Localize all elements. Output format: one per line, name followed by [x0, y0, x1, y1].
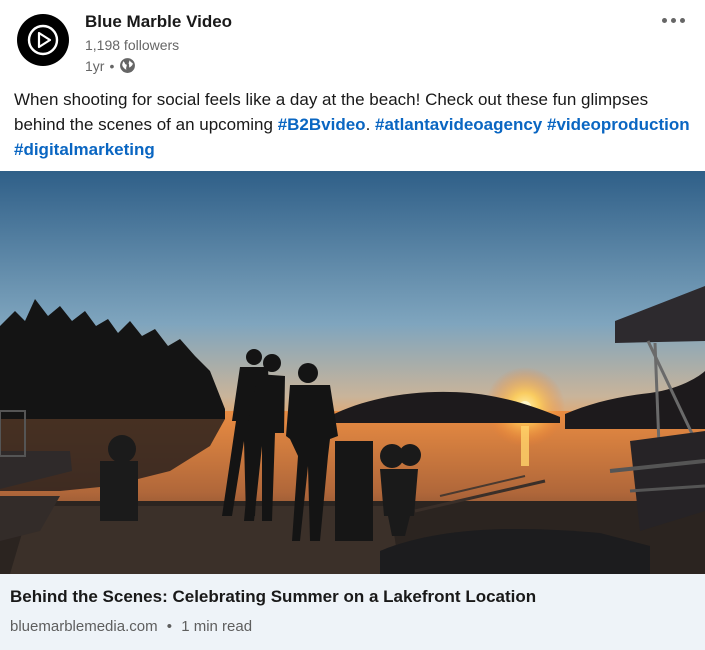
post-age: 1yr [85, 57, 105, 74]
article-read-time: 1 min read [181, 618, 253, 635]
hashtag-link[interactable]: #digitalmarketing [14, 140, 155, 159]
more-options-icon [661, 17, 667, 23]
article-link-card[interactable]: Behind the Scenes: Celebrating Summer on… [0, 574, 705, 650]
post-text: . [365, 115, 376, 134]
article-title[interactable]: Behind the Scenes: Celebrating Summer on… [10, 587, 536, 607]
hashtag-link[interactable]: #B2Bvideo [278, 115, 366, 134]
follower-count: 1,198 followers [85, 37, 180, 53]
article-meta: bluemarblemedia.com • 1 min read [10, 618, 252, 635]
more-options-dot [670, 17, 676, 23]
globe-icon [120, 58, 136, 73]
hashtag-link[interactable]: #videoproduction [547, 115, 690, 134]
post-image[interactable] [0, 171, 705, 574]
meta-separator: • [109, 57, 115, 74]
sunset-lake-photo [0, 171, 705, 574]
article-meta-separator: • [166, 618, 173, 635]
more-options-button[interactable] [657, 8, 689, 32]
author-name[interactable]: Blue Marble Video [85, 12, 232, 32]
play-logo-icon [27, 24, 59, 56]
post-header: Blue Marble Video 1,198 followers 1yr • [0, 0, 705, 85]
post-commentary: When shooting for social feels like a da… [14, 87, 694, 162]
article-domain: bluemarblemedia.com [10, 618, 158, 635]
hashtag-link[interactable]: #atlantavideoagency [375, 115, 542, 134]
post-meta: 1yr • [85, 57, 136, 74]
more-options-dot [679, 17, 685, 23]
company-avatar[interactable] [17, 14, 69, 66]
